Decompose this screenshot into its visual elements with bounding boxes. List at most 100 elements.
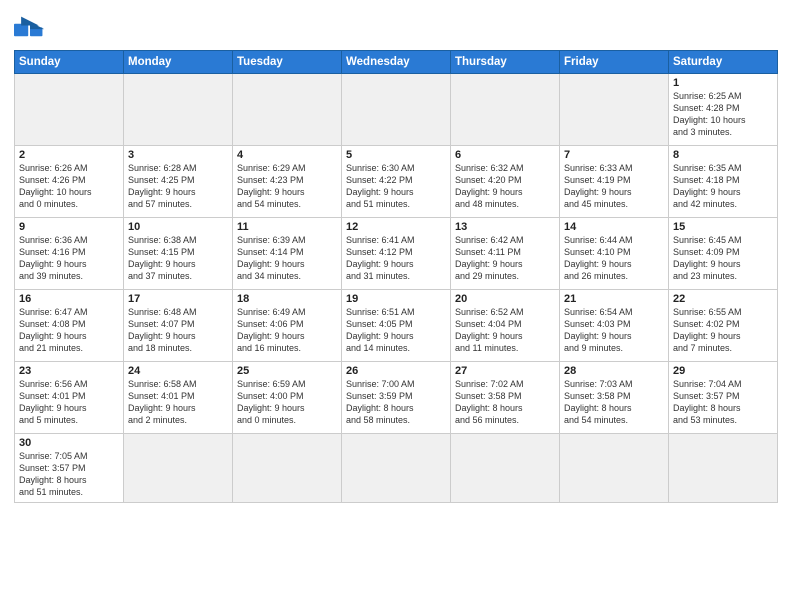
day-info: Sunrise: 7:04 AM Sunset: 3:57 PM Dayligh… [673,378,773,427]
day-info: Sunrise: 6:29 AM Sunset: 4:23 PM Dayligh… [237,162,337,211]
calendar-cell: 19Sunrise: 6:51 AM Sunset: 4:05 PM Dayli… [342,290,451,362]
day-number: 22 [673,293,773,305]
day-number: 18 [237,293,337,305]
day-info: Sunrise: 6:56 AM Sunset: 4:01 PM Dayligh… [19,378,119,427]
calendar-cell: 21Sunrise: 6:54 AM Sunset: 4:03 PM Dayli… [560,290,669,362]
calendar-cell: 27Sunrise: 7:02 AM Sunset: 3:58 PM Dayli… [451,362,560,434]
calendar-cell [451,434,560,503]
calendar-cell: 26Sunrise: 7:00 AM Sunset: 3:59 PM Dayli… [342,362,451,434]
day-number: 27 [455,365,555,377]
day-number: 2 [19,149,119,161]
day-info: Sunrise: 7:05 AM Sunset: 3:57 PM Dayligh… [19,450,119,499]
calendar-cell: 13Sunrise: 6:42 AM Sunset: 4:11 PM Dayli… [451,218,560,290]
day-number: 4 [237,149,337,161]
day-info: Sunrise: 6:35 AM Sunset: 4:18 PM Dayligh… [673,162,773,211]
day-number: 13 [455,221,555,233]
calendar-cell [560,434,669,503]
day-number: 23 [19,365,119,377]
week-row-0: 1Sunrise: 6:25 AM Sunset: 4:28 PM Daylig… [15,74,778,146]
weekday-header-tuesday: Tuesday [233,51,342,74]
day-info: Sunrise: 7:03 AM Sunset: 3:58 PM Dayligh… [564,378,664,427]
day-number: 21 [564,293,664,305]
day-number: 10 [128,221,228,233]
calendar-cell: 28Sunrise: 7:03 AM Sunset: 3:58 PM Dayli… [560,362,669,434]
day-info: Sunrise: 6:32 AM Sunset: 4:20 PM Dayligh… [455,162,555,211]
day-info: Sunrise: 7:00 AM Sunset: 3:59 PM Dayligh… [346,378,446,427]
day-number: 12 [346,221,446,233]
day-info: Sunrise: 6:44 AM Sunset: 4:10 PM Dayligh… [564,234,664,283]
day-info: Sunrise: 7:02 AM Sunset: 3:58 PM Dayligh… [455,378,555,427]
day-number: 20 [455,293,555,305]
day-number: 8 [673,149,773,161]
day-info: Sunrise: 6:36 AM Sunset: 4:16 PM Dayligh… [19,234,119,283]
calendar-cell: 22Sunrise: 6:55 AM Sunset: 4:02 PM Dayli… [669,290,778,362]
day-number: 6 [455,149,555,161]
day-number: 5 [346,149,446,161]
calendar-cell: 3Sunrise: 6:28 AM Sunset: 4:25 PM Daylig… [124,146,233,218]
calendar-cell: 7Sunrise: 6:33 AM Sunset: 4:19 PM Daylig… [560,146,669,218]
calendar-cell: 24Sunrise: 6:58 AM Sunset: 4:01 PM Dayli… [124,362,233,434]
calendar-cell [451,74,560,146]
day-info: Sunrise: 6:58 AM Sunset: 4:01 PM Dayligh… [128,378,228,427]
day-info: Sunrise: 6:33 AM Sunset: 4:19 PM Dayligh… [564,162,664,211]
day-info: Sunrise: 6:59 AM Sunset: 4:00 PM Dayligh… [237,378,337,427]
weekday-header-friday: Friday [560,51,669,74]
weekday-header-wednesday: Wednesday [342,51,451,74]
day-number: 25 [237,365,337,377]
day-number: 24 [128,365,228,377]
calendar-cell: 11Sunrise: 6:39 AM Sunset: 4:14 PM Dayli… [233,218,342,290]
day-info: Sunrise: 6:55 AM Sunset: 4:02 PM Dayligh… [673,306,773,355]
calendar-cell: 23Sunrise: 6:56 AM Sunset: 4:01 PM Dayli… [15,362,124,434]
day-number: 9 [19,221,119,233]
day-number: 16 [19,293,119,305]
day-info: Sunrise: 6:41 AM Sunset: 4:12 PM Dayligh… [346,234,446,283]
day-number: 1 [673,77,773,89]
week-row-3: 16Sunrise: 6:47 AM Sunset: 4:08 PM Dayli… [15,290,778,362]
calendar-cell: 8Sunrise: 6:35 AM Sunset: 4:18 PM Daylig… [669,146,778,218]
calendar-cell [15,74,124,146]
day-info: Sunrise: 6:47 AM Sunset: 4:08 PM Dayligh… [19,306,119,355]
day-info: Sunrise: 6:51 AM Sunset: 4:05 PM Dayligh… [346,306,446,355]
calendar-cell: 29Sunrise: 7:04 AM Sunset: 3:57 PM Dayli… [669,362,778,434]
calendar-cell: 5Sunrise: 6:30 AM Sunset: 4:22 PM Daylig… [342,146,451,218]
calendar-cell: 6Sunrise: 6:32 AM Sunset: 4:20 PM Daylig… [451,146,560,218]
day-info: Sunrise: 6:42 AM Sunset: 4:11 PM Dayligh… [455,234,555,283]
calendar-cell: 15Sunrise: 6:45 AM Sunset: 4:09 PM Dayli… [669,218,778,290]
day-number: 17 [128,293,228,305]
week-row-5: 30Sunrise: 7:05 AM Sunset: 3:57 PM Dayli… [15,434,778,503]
calendar-cell [233,74,342,146]
day-number: 15 [673,221,773,233]
day-number: 30 [19,437,119,449]
calendar-cell: 16Sunrise: 6:47 AM Sunset: 4:08 PM Dayli… [15,290,124,362]
calendar-cell [342,434,451,503]
logo [14,16,50,44]
calendar-cell: 2Sunrise: 6:26 AM Sunset: 4:26 PM Daylig… [15,146,124,218]
day-info: Sunrise: 6:52 AM Sunset: 4:04 PM Dayligh… [455,306,555,355]
day-info: Sunrise: 6:30 AM Sunset: 4:22 PM Dayligh… [346,162,446,211]
calendar-cell: 30Sunrise: 7:05 AM Sunset: 3:57 PM Dayli… [15,434,124,503]
day-info: Sunrise: 6:38 AM Sunset: 4:15 PM Dayligh… [128,234,228,283]
calendar-cell [560,74,669,146]
day-number: 14 [564,221,664,233]
calendar-cell: 1Sunrise: 6:25 AM Sunset: 4:28 PM Daylig… [669,74,778,146]
calendar-cell [233,434,342,503]
page: SundayMondayTuesdayWednesdayThursdayFrid… [0,0,792,612]
weekday-header-monday: Monday [124,51,233,74]
calendar-cell [669,434,778,503]
calendar-cell [124,434,233,503]
day-info: Sunrise: 6:54 AM Sunset: 4:03 PM Dayligh… [564,306,664,355]
day-info: Sunrise: 6:45 AM Sunset: 4:09 PM Dayligh… [673,234,773,283]
day-info: Sunrise: 6:48 AM Sunset: 4:07 PM Dayligh… [128,306,228,355]
day-number: 11 [237,221,337,233]
day-info: Sunrise: 6:25 AM Sunset: 4:28 PM Dayligh… [673,90,773,139]
calendar-cell [342,74,451,146]
logo-icon [14,16,46,44]
week-row-2: 9Sunrise: 6:36 AM Sunset: 4:16 PM Daylig… [15,218,778,290]
calendar-cell: 14Sunrise: 6:44 AM Sunset: 4:10 PM Dayli… [560,218,669,290]
week-row-4: 23Sunrise: 6:56 AM Sunset: 4:01 PM Dayli… [15,362,778,434]
day-number: 28 [564,365,664,377]
calendar: SundayMondayTuesdayWednesdayThursdayFrid… [14,50,778,503]
weekday-header-sunday: Sunday [15,51,124,74]
weekday-header-saturday: Saturday [669,51,778,74]
calendar-cell: 9Sunrise: 6:36 AM Sunset: 4:16 PM Daylig… [15,218,124,290]
